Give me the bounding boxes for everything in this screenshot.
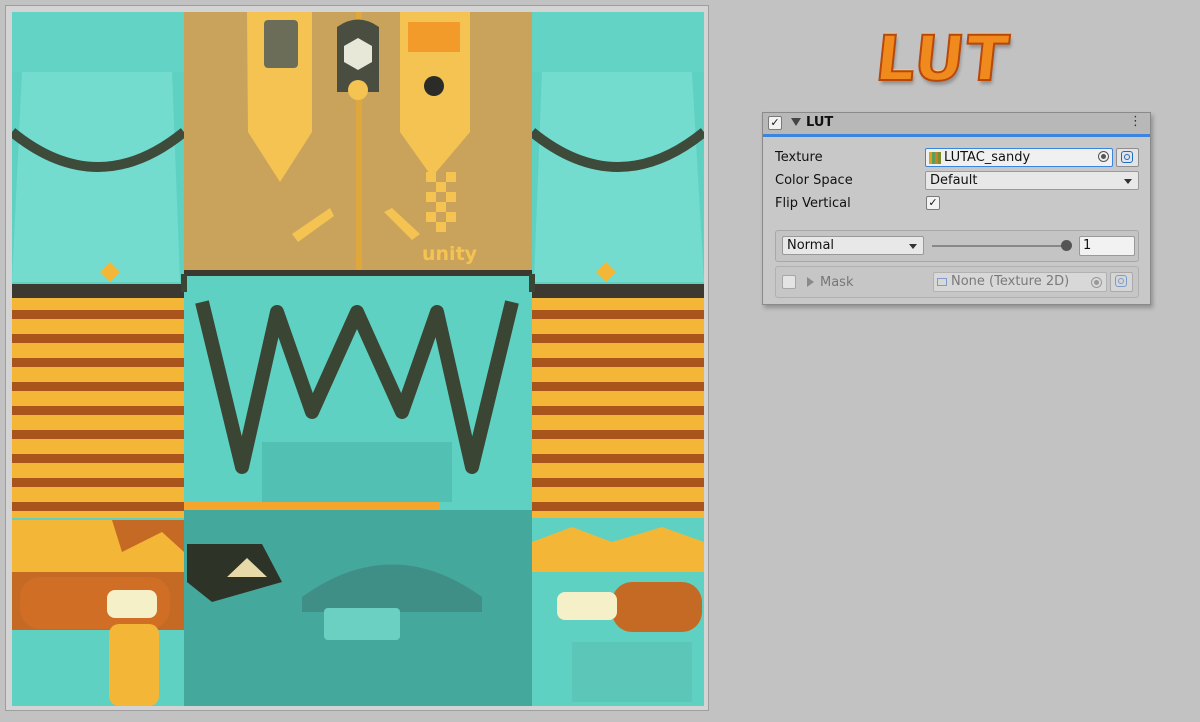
asset-browser-icon <box>1121 151 1133 163</box>
lut-component-panel: ✓ LUT ⋮ Texture LUTAC_sandy Color Space … <box>762 112 1151 305</box>
chevron-down-icon <box>1124 179 1132 184</box>
mask-checkbox[interactable] <box>782 275 796 289</box>
orange-panel <box>408 22 460 52</box>
flip-vertical-label: Flip Vertical <box>775 196 851 211</box>
lut-logo: LUT <box>871 21 1014 96</box>
texture-asset-button[interactable] <box>1116 148 1139 167</box>
asset-browser-icon <box>1115 275 1127 287</box>
enable-checkbox[interactable]: ✓ <box>768 116 782 130</box>
mask-label: Mask <box>820 275 854 290</box>
context-menu-icon[interactable]: ⋮ <box>1129 114 1142 129</box>
left-collar <box>12 12 184 72</box>
mask-group: Mask None (Texture 2D) <box>775 266 1139 298</box>
flip-vertical-checkbox[interactable]: ✓ <box>926 196 940 210</box>
chevron-down-icon <box>909 244 917 249</box>
left-stripes <box>12 284 184 518</box>
left-shirt <box>12 72 180 282</box>
intensity-slider-track[interactable] <box>932 245 1068 247</box>
right-boot-sole <box>612 582 702 632</box>
mask-texture-field[interactable]: None (Texture 2D) <box>933 272 1107 292</box>
badge-panel <box>264 20 298 68</box>
panel-title: LUT <box>806 115 834 130</box>
texture-preview: unity <box>5 5 709 711</box>
unity-wordmark: unity <box>422 243 478 265</box>
texture-field[interactable]: LUTAC_sandy <box>925 148 1113 167</box>
foldout-arrow-icon[interactable] <box>791 118 801 126</box>
color-space-dropdown[interactable]: Default <box>925 171 1139 190</box>
jacket-hem <box>184 270 532 276</box>
panel-header[interactable]: ✓ LUT ⋮ <box>763 113 1150 137</box>
blend-group: Normal 1 <box>775 230 1139 262</box>
object-picker-icon[interactable] <box>1091 277 1102 288</box>
texture-image: unity <box>12 12 704 706</box>
texture-value: LUTAC_sandy <box>944 150 1031 165</box>
intensity-field[interactable]: 1 <box>1079 236 1135 256</box>
mask-value: None (Texture 2D) <box>951 274 1070 289</box>
texture-label: Texture <box>775 150 823 165</box>
left-cream-block <box>107 590 157 618</box>
center-gradient <box>262 442 452 502</box>
left-bottle <box>109 624 159 706</box>
texture-thumbnail-icon <box>929 152 941 164</box>
intensity-slider-handle[interactable] <box>1061 240 1072 251</box>
object-picker-icon[interactable] <box>1098 151 1109 162</box>
texture-2d-icon <box>937 278 947 286</box>
blend-mode-value: Normal <box>787 238 835 253</box>
small-pad <box>324 608 400 640</box>
blend-mode-dropdown[interactable]: Normal <box>782 236 924 255</box>
mask-asset-button[interactable] <box>1110 272 1133 292</box>
right-collar <box>532 12 704 72</box>
bottom-pads <box>572 642 692 702</box>
color-space-label: Color Space <box>775 173 853 188</box>
right-stripes <box>532 284 704 518</box>
emblem-button <box>348 80 368 100</box>
black-dot <box>424 76 444 96</box>
right-shirt <box>534 72 704 282</box>
color-space-value: Default <box>930 173 978 188</box>
right-cream-block <box>557 592 617 620</box>
mask-foldout-arrow-icon[interactable] <box>807 277 814 287</box>
orange-strip <box>184 502 440 510</box>
